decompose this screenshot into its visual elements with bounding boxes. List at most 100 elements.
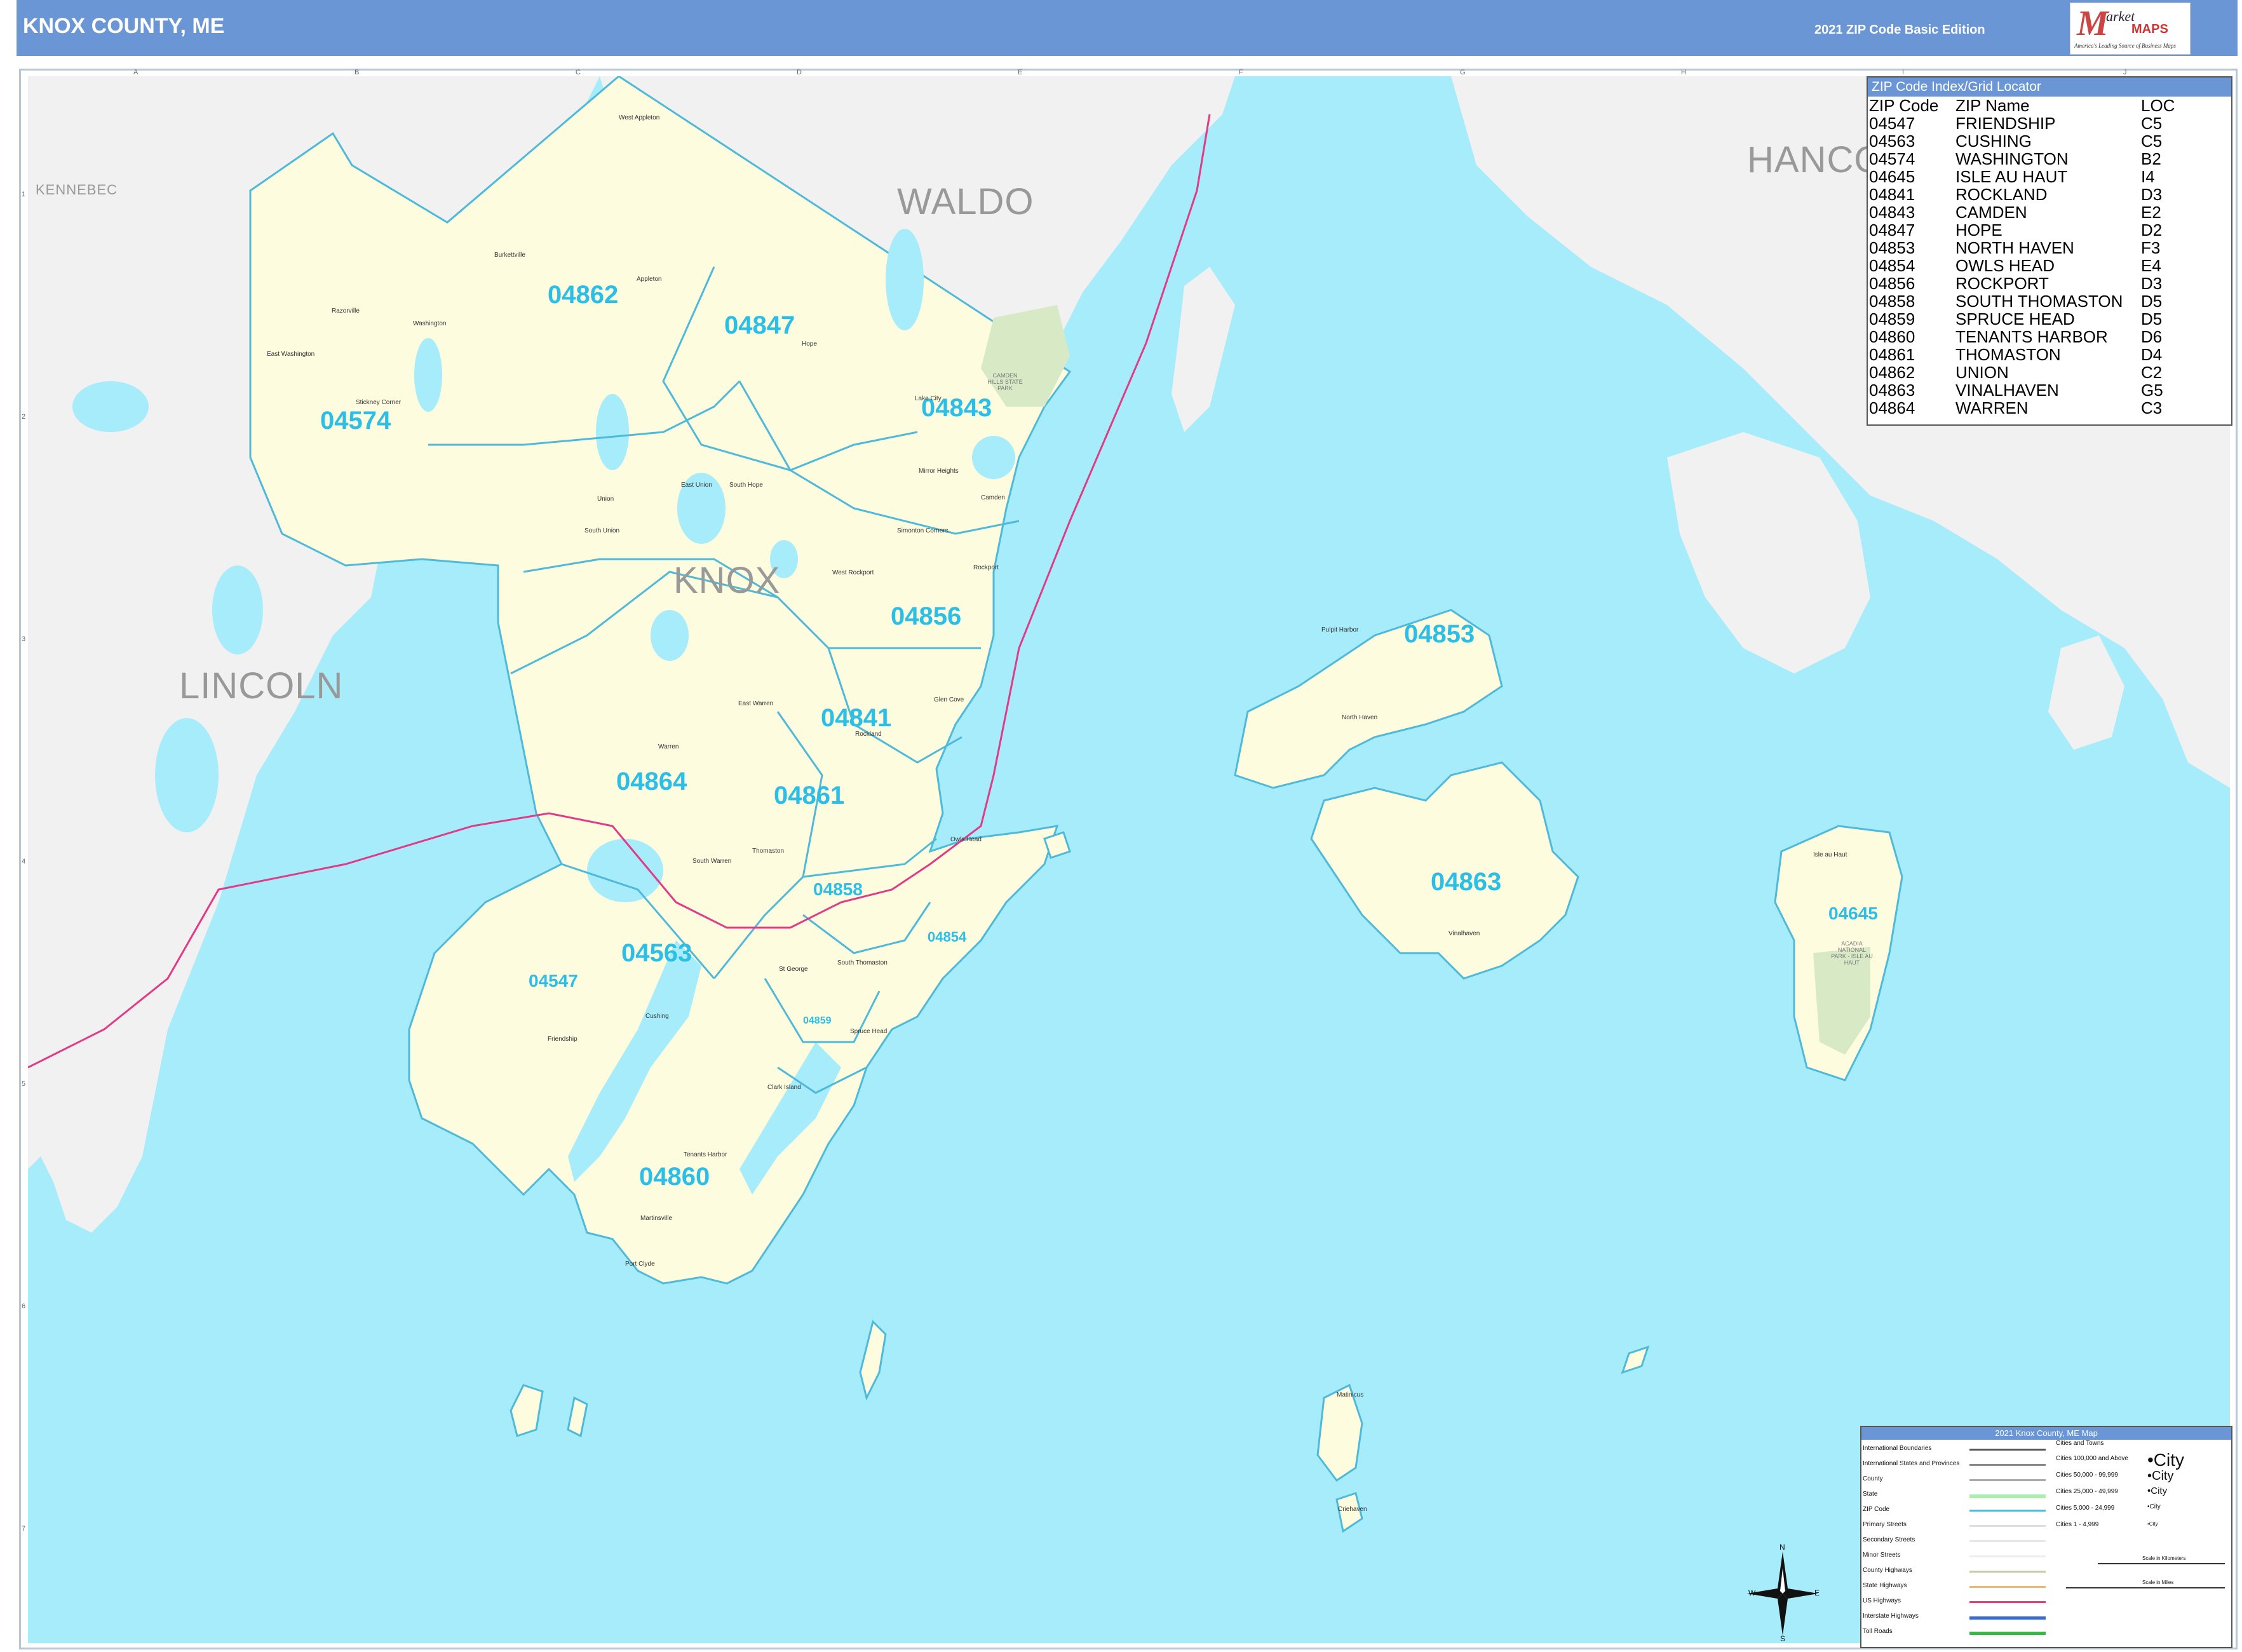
zip-index-zip: 04645 <box>1869 167 1915 186</box>
town-tenants-harbor: Tenants Harbor <box>684 1151 727 1158</box>
map-title: KNOX COUNTY, ME <box>23 14 225 38</box>
zip-04860: 04860 <box>639 1163 710 1191</box>
legend-title: 2021 Knox County, ME Map <box>1861 1427 2231 1440</box>
zip-04858: 04858 <box>813 879 863 899</box>
town-glen-cove: Glen Cove <box>934 696 964 703</box>
acadia-park-label: ACADIA NATIONAL PARK - ISLE AU HAUT <box>1831 940 1873 966</box>
zip-index-zip: 04854 <box>1869 256 1915 275</box>
zip-index-zip: 04574 <box>1869 149 1915 168</box>
zip-index-name: NORTH HAVEN <box>1955 238 2074 257</box>
town-pulpit-harbor: Pulpit Harbor <box>1321 626 1359 633</box>
town-camden: Camden <box>981 494 1005 501</box>
zip-04854: 04854 <box>928 929 967 945</box>
zip-index-name: ISLE AU HAUT <box>1955 167 2068 186</box>
lake-5 <box>651 610 689 661</box>
zip-index-loc: D3 <box>2141 274 2163 293</box>
zip-04563: 04563 <box>621 939 692 967</box>
grid-col-c: C <box>576 69 581 76</box>
zip-index-loc: C2 <box>2141 363 2163 382</box>
zip-index-loc: C3 <box>2141 398 2163 417</box>
legend-city-range-2: Cities 50,000 - 99,999 <box>2056 1472 2118 1479</box>
zip-index-row: 04856 ROCKPORT D3 <box>1869 274 2178 292</box>
region-hancock: HANCO <box>1747 139 1884 180</box>
zip-04862: 04862 <box>548 281 619 309</box>
legend-line-secondary <box>1969 1540 2046 1542</box>
legend-city-sample-4: •City <box>2147 1503 2161 1510</box>
scale-mi-label: Scale in Miles <box>2142 1580 2174 1585</box>
legend-city-sample-2: •City <box>2147 1469 2174 1483</box>
zip-index-zip: 04864 <box>1869 398 1915 417</box>
grid-col-b: B <box>355 69 360 76</box>
town-south-hope: South Hope <box>729 482 763 489</box>
zip-index-loc: D2 <box>2141 220 2163 240</box>
zip-index-row: 04843 CAMDEN E2 <box>1869 203 2178 221</box>
logo-market-text: arket <box>2106 8 2135 24</box>
legend-item-secondary: Secondary Streets <box>1863 1536 1915 1543</box>
zip-index-zip: 04856 <box>1869 274 1915 293</box>
legend-cities-header: Cities and Towns <box>2056 1440 2104 1447</box>
zip-index-loc: G5 <box>2141 381 2163 400</box>
town-matinicus: Matinicus <box>1337 1391 1364 1398</box>
zip-index-zip: 04841 <box>1869 185 1915 204</box>
zip-index-col-loc: LOC <box>2141 96 2175 115</box>
zip-index-name: CAMDEN <box>1955 203 2027 222</box>
zip-index-loc: D6 <box>2141 327 2163 346</box>
zip-04859: 04859 <box>803 1015 832 1026</box>
legend-line-us-hwy <box>1969 1601 2046 1603</box>
legend-item-zip: ZIP Code <box>1863 1506 1890 1513</box>
zip-index: ZIP Code Index/Grid Locator ZIP Code ZIP… <box>1867 76 2232 426</box>
town-washington: Washington <box>413 320 447 327</box>
lake-10 <box>972 436 1015 479</box>
zip-index-zip: 04861 <box>1869 345 1915 364</box>
town-cushing: Cushing <box>645 1013 669 1020</box>
zip-index-row: 04574 WASHINGTON B2 <box>1869 150 2178 168</box>
legend-city-sample-1: •City <box>2147 1450 2185 1470</box>
legend-city-range-5: Cities 1 - 4,999 <box>2056 1521 2099 1528</box>
zip-index-name: CUSHING <box>1955 132 2032 151</box>
zip-index-row: 04547 FRIENDSHIP C5 <box>1869 114 2178 132</box>
grid-row-4: 4 <box>22 858 26 865</box>
header-bar: KNOX COUNTY, ME 2021 ZIP Code Basic Edit… <box>17 0 2238 56</box>
zip-index-row: 04860 TENANTS HARBOR D6 <box>1869 328 2178 346</box>
zip-index-loc: B2 <box>2141 149 2161 168</box>
compass-n: N <box>1779 1543 1785 1552</box>
legend-city-sample-3: •City <box>2147 1486 2168 1496</box>
town-south-union: South Union <box>584 527 620 534</box>
edition-label: 2021 ZIP Code Basic Edition <box>1814 23 1985 37</box>
zip-index-loc: I4 <box>2141 167 2155 186</box>
legend-item-interstate: Interstate Highways <box>1863 1613 1919 1620</box>
legend-item-us-hwy: US Highways <box>1863 1597 1901 1604</box>
town-st-george: St George <box>779 966 808 973</box>
zip-index-zip: 04853 <box>1869 238 1915 257</box>
zip-index-zip: 04547 <box>1869 114 1915 133</box>
zip-04863: 04863 <box>1431 868 1502 896</box>
zip-index-name: SOUTH THOMASTON <box>1955 292 2123 311</box>
zip-index-zip: 04863 <box>1869 381 1915 400</box>
market-maps-logo: M arket MAPS America's Leading Source of… <box>2070 3 2191 55</box>
legend-line-state <box>1969 1494 2046 1498</box>
zip-index-loc: F3 <box>2141 238 2161 257</box>
town-thomaston: Thomaston <box>752 848 785 855</box>
legend-item-county: County <box>1863 1475 1883 1482</box>
scale-km-label: Scale in Kilometers <box>2142 1555 2186 1561</box>
legend-item-intl-boundaries: International Boundaries <box>1863 1445 1932 1452</box>
town-friendship: Friendship <box>548 1036 577 1043</box>
legend-line-states <box>1969 1464 2046 1466</box>
town-vinalhaven: Vinalhaven <box>1449 930 1480 937</box>
legend-line-county <box>1969 1479 2046 1481</box>
zip-04574: 04574 <box>320 407 391 435</box>
zip-index-row: 04847 HOPE D2 <box>1869 221 2178 239</box>
town-west-appleton: West Appleton <box>619 114 660 121</box>
logo-maps-text: MAPS <box>2131 22 2168 36</box>
zip-index-row: 04854 OWLS HEAD E4 <box>1869 257 2178 274</box>
legend-line-minor <box>1969 1555 2046 1557</box>
zip-index-loc: D5 <box>2141 292 2163 311</box>
zip-index-name: ROCKPORT <box>1955 274 2049 293</box>
zip-index-zip: 04843 <box>1869 203 1915 222</box>
town-lake-city: Lake City <box>915 395 942 402</box>
legend-item-state: State <box>1863 1491 1878 1498</box>
town-razorville: Razorville <box>332 308 360 315</box>
logo-tagline: America's Leading Source of Business Map… <box>2074 43 2176 49</box>
compass-e: E <box>1814 1588 1820 1597</box>
legend-line-primary <box>1969 1525 2046 1527</box>
